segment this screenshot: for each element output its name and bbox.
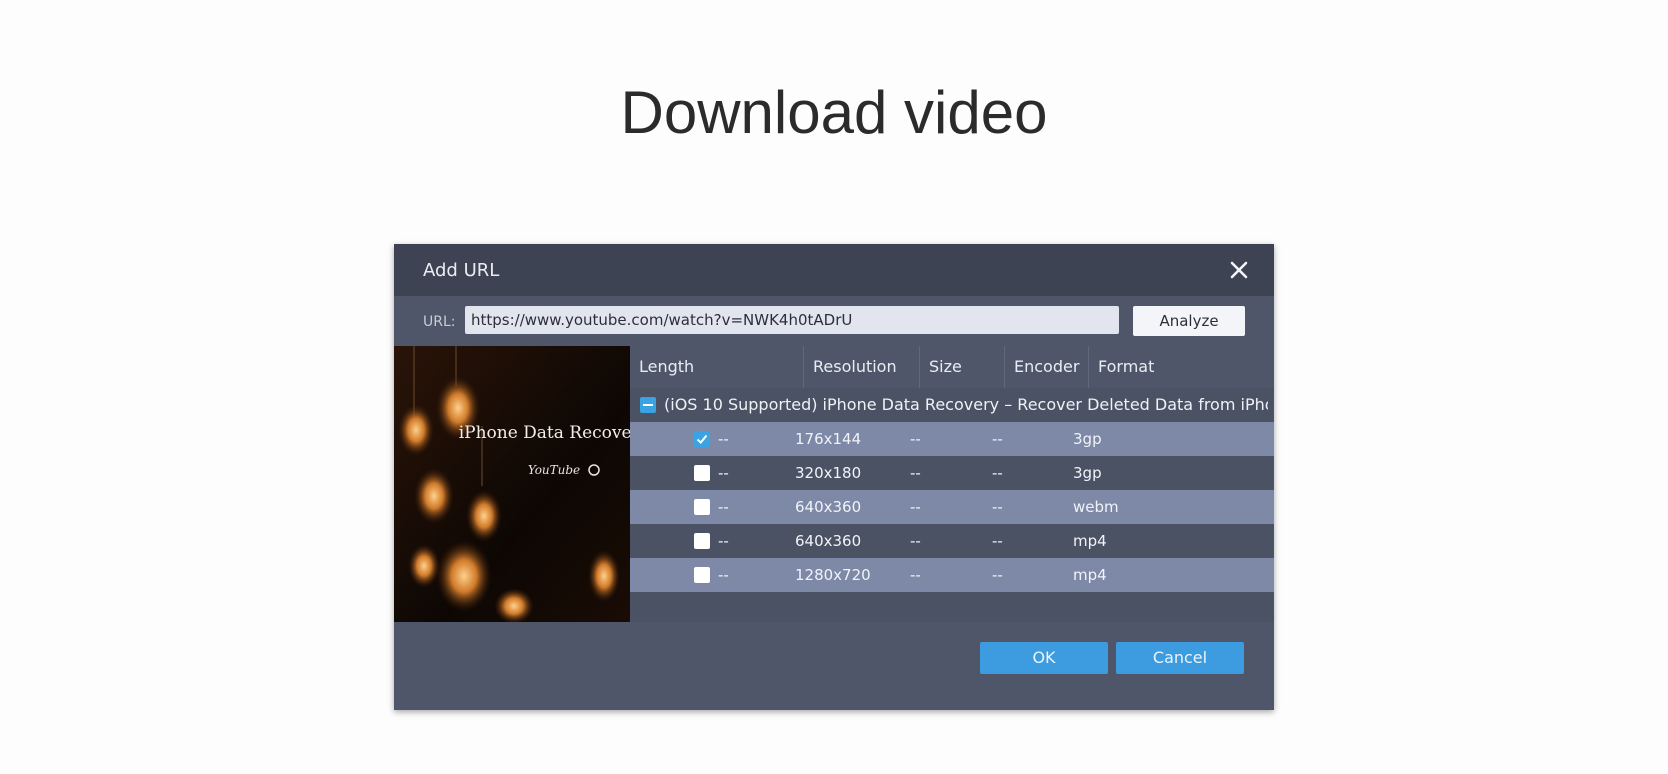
ok-button[interactable]: OK <box>980 642 1108 674</box>
table-row[interactable]: -- 640x360 -- -- mp4 <box>630 524 1274 558</box>
table-header: Length Resolution Size Encoder Format <box>630 346 1274 388</box>
dialog-footer: OK Cancel <box>394 622 1274 710</box>
cell-size: -- <box>910 430 921 448</box>
dialog-title: Add URL <box>423 260 500 281</box>
table-row[interactable]: -- 1280x720 -- -- mp4 <box>630 558 1274 592</box>
cell-length: -- <box>718 498 729 516</box>
check-icon <box>696 434 708 444</box>
thumbnail-title: iPhone Data Recovery <box>459 423 630 443</box>
cell-length: -- <box>718 464 729 482</box>
row-checkbox[interactable] <box>694 567 710 583</box>
format-table: Length Resolution Size Encoder Format (i… <box>630 346 1274 622</box>
cell-resolution: 640x360 <box>795 532 862 550</box>
cell-resolution: 1280x720 <box>795 566 871 584</box>
column-header-length: Length <box>639 357 695 376</box>
cell-encoder: -- <box>992 464 1003 482</box>
thumbnail-subtitle: YouTube <box>528 463 580 477</box>
cell-format: 3gp <box>1073 430 1102 448</box>
cell-size: -- <box>910 464 921 482</box>
cell-length: -- <box>718 430 729 448</box>
cell-encoder: -- <box>992 498 1003 516</box>
table-row[interactable]: -- 640x360 -- -- webm <box>630 490 1274 524</box>
url-bar: URL: Analyze <box>394 296 1274 346</box>
column-header-resolution: Resolution <box>813 357 897 376</box>
video-thumbnail: iPhone Data Recovery YouTube <box>394 346 630 622</box>
cell-length: -- <box>718 532 729 550</box>
cell-resolution: 176x144 <box>795 430 862 448</box>
cell-resolution: 320x180 <box>795 464 862 482</box>
close-icon[interactable] <box>1226 257 1252 283</box>
cell-format: mp4 <box>1073 532 1107 550</box>
thumbnail-image: iPhone Data Recovery YouTube <box>394 346 630 622</box>
cell-encoder: -- <box>992 532 1003 550</box>
column-header-format: Format <box>1098 357 1155 376</box>
add-url-dialog: Add URL URL: Analyze <box>394 244 1274 710</box>
row-checkbox[interactable] <box>694 533 710 549</box>
analyze-button[interactable]: Analyze <box>1133 306 1245 336</box>
group-checkbox[interactable] <box>640 397 656 413</box>
cell-encoder: -- <box>992 566 1003 584</box>
table-row[interactable]: -- 176x144 -- -- 3gp <box>630 422 1274 456</box>
cell-format: webm <box>1073 498 1119 516</box>
url-label: URL: <box>423 314 456 330</box>
row-checkbox[interactable] <box>694 431 710 447</box>
page-title: Download video <box>620 79 1048 146</box>
column-header-size: Size <box>929 357 962 376</box>
dialog-titlebar: Add URL <box>394 244 1274 296</box>
cell-size: -- <box>910 566 921 584</box>
cell-size: -- <box>910 498 921 516</box>
row-checkbox[interactable] <box>694 465 710 481</box>
cell-encoder: -- <box>992 430 1003 448</box>
table-row[interactable]: -- 320x180 -- -- 3gp <box>630 456 1274 490</box>
url-input[interactable] <box>465 306 1119 334</box>
row-checkbox[interactable] <box>694 499 710 515</box>
cell-size: -- <box>910 532 921 550</box>
video-group-row[interactable]: (iOS 10 Supported) iPhone Data Recovery … <box>630 388 1274 422</box>
cell-format: mp4 <box>1073 566 1107 584</box>
cancel-button[interactable]: Cancel <box>1116 642 1244 674</box>
cell-length: -- <box>718 566 729 584</box>
cell-resolution: 640x360 <box>795 498 862 516</box>
column-header-encoder: Encoder <box>1014 357 1080 376</box>
cell-format: 3gp <box>1073 464 1102 482</box>
video-title: (iOS 10 Supported) iPhone Data Recovery … <box>664 395 1268 414</box>
